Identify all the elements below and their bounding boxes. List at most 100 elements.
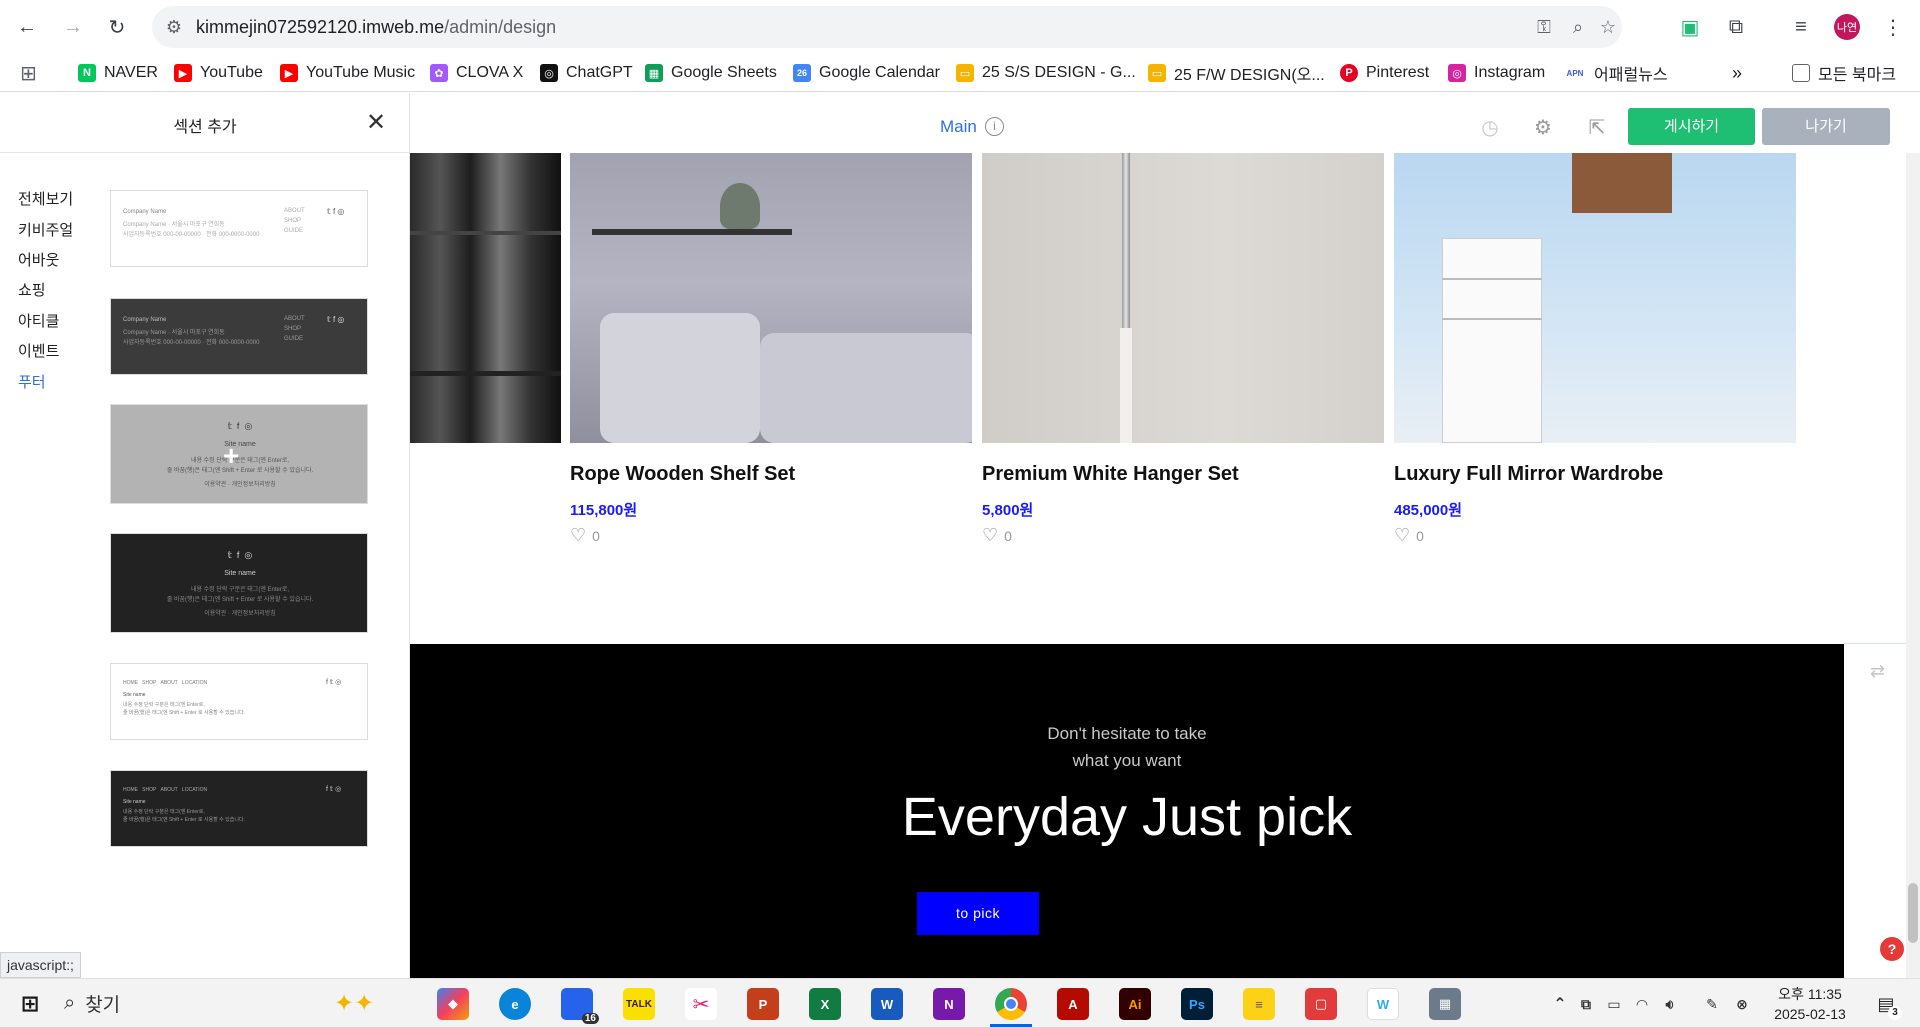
back-icon[interactable]: ← [10,10,44,44]
bookmark-chatgpt[interactable]: ◎ ChatGPT [540,62,633,84]
product-image-hanger[interactable] [982,153,1384,443]
media-control-icon[interactable]: ≡ [1784,10,1818,44]
pen-icon[interactable]: ✎ [1700,988,1724,1020]
password-key-icon[interactable]: ⚿ [1532,15,1556,39]
info-icon[interactable]: i [985,117,1004,136]
tray-chevron-icon[interactable]: ⌃ [1544,988,1576,1020]
bookmark-25fw-design[interactable]: ▭ 25 F/W DESIGN(오... [1148,62,1325,84]
product-like[interactable]: ♡ 0 [1394,525,1424,546]
bookmark-youtube[interactable]: ▶ YouTube [174,62,263,84]
close-icon[interactable]: ✕ [364,111,388,135]
calculator-icon[interactable]: ▦ [1429,988,1461,1020]
footer-template-6[interactable]: HOME SHOP ABOUT LOCATION Site name 내용 수정… [110,770,368,847]
w-app-icon[interactable]: W [1367,988,1399,1020]
category-all[interactable]: 전체보기 [18,188,73,209]
product-like[interactable]: ♡ 0 [982,525,1012,546]
help-icon[interactable]: ? [1880,937,1904,961]
category-footer[interactable]: 푸터 [18,371,46,392]
forward-icon[interactable]: → [56,10,90,44]
product-name[interactable]: Rope Wooden Shelf Set [570,463,795,486]
wifi-icon[interactable]: ◠ [1630,988,1654,1020]
extension-icon[interactable]: ▣ [1673,10,1707,44]
history-icon[interactable]: ◷ [1478,115,1502,139]
category-event[interactable]: 이벤트 [18,340,59,361]
apps-grid-icon[interactable]: ⊞ [20,62,37,85]
acrobat-icon[interactable]: A [1057,988,1089,1020]
footer-template-5[interactable]: HOME SHOP ABOUT LOCATION Site name 내용 수정… [110,663,368,740]
word-icon[interactable]: W [871,988,903,1020]
powerpoint-icon[interactable]: P [747,988,779,1020]
bookmark-google-sheets[interactable]: ▦ Google Sheets [645,62,777,84]
product-image-bookshelf[interactable] [410,153,561,443]
product-like[interactable]: ♡ 0 [570,525,600,546]
youtube-icon: ▶ [174,64,192,82]
volume-icon[interactable]: 🔉︎ [1658,988,1682,1020]
clock[interactable]: 오후 11:35 2025-02-13 [1770,984,1850,1024]
bookmarks-overflow-icon[interactable]: » [1732,62,1742,84]
cta-banner-section[interactable]: Don't hesitate to take what you want Ever… [410,644,1844,978]
excel-icon[interactable]: X [809,988,841,1020]
bookmarks-bar: ⊞ N NAVER ▶ YouTube ▶ YouTube Music ✿ CLOVA … [0,54,1920,92]
sticky-notes-icon[interactable]: ≡ [1243,988,1275,1020]
footer-template-4[interactable]: 𝕥 f ◎ Site name 내용 수정 단락 구분은 태그(엔 Enter로… [110,533,368,633]
bookmark-clova-x[interactable]: ✿ CLOVA X [430,62,523,84]
scrollbar-thumb[interactable] [1908,883,1918,943]
address-bar[interactable]: ⚙ kimmejin072592120.imweb.me/admin/desig… [152,6,1622,48]
bookmark-pinterest[interactable]: P Pinterest [1340,62,1429,84]
file-explorer-icon[interactable]: 16 [561,988,599,1024]
bookmark-all[interactable]: 모든 북마크 [1792,62,1896,84]
thumb-menu: SHOP [284,218,302,224]
kakaotalk-icon[interactable]: TALK [623,988,655,1020]
onenote-icon[interactable]: N [933,988,965,1020]
category-article[interactable]: 아티클 [18,310,59,331]
page-name[interactable]: Main [940,117,977,137]
category-about[interactable]: 어바웃 [18,249,59,270]
to-pick-button[interactable]: to pick [917,892,1039,935]
settings-gear-icon[interactable]: ⚙ [1531,115,1555,139]
bookmark-naver[interactable]: N NAVER [78,62,158,84]
exit-button[interactable]: 나가기 [1762,108,1890,145]
menu-kebab-icon[interactable]: ⋮ [1876,10,1910,44]
snipping-tool-icon[interactable]: ✂ [685,988,717,1020]
footer-template-3[interactable]: 𝕥 f ◎ Site name 내용 수정 단락 구분은 태그(엔 Enter로… [110,404,368,504]
battery-icon[interactable]: ▭ [1602,988,1626,1020]
profile-avatar[interactable]: 나연 [1830,10,1864,44]
site-info-icon[interactable]: ⚙ [162,15,186,39]
product-name[interactable]: Premium White Hanger Set [982,463,1239,486]
bookmark-25ss-design[interactable]: ▭ 25 S/S DESIGN - G... [956,62,1136,84]
folder-icon [1792,64,1810,82]
notification-center-icon[interactable]: ▤ 3 [1870,988,1902,1020]
editor-side-strip: ⇄ ? [1844,153,1920,978]
panel-header: 섹션 추가 ✕ [0,93,410,153]
publish-button[interactable]: 게시하기 [1628,108,1755,145]
thumb-nav: HOME SHOP ABOUT LOCATION [123,787,207,793]
photoshop-icon[interactable]: Ps [1181,988,1213,1020]
copilot-icon[interactable]: ◆ [437,988,469,1020]
reload-icon[interactable]: ↻ [100,10,134,44]
bookmark-google-calendar[interactable]: 26 Google Calendar [793,62,940,84]
bookmark-star-icon[interactable]: ☆ [1596,15,1620,39]
windows-start-icon[interactable]: ⊞ [14,988,46,1020]
external-preview-icon[interactable]: ⇱ [1585,115,1609,139]
search-box[interactable]: ⌕ 찾기 ✦✦ [64,985,414,1022]
footer-template-2[interactable]: Company Name Company Name · 서울시 마포구 연희동 … [110,298,368,375]
bookmark-youtube-music[interactable]: ▶ YouTube Music [280,62,415,84]
edge-icon[interactable]: e [499,988,531,1020]
product-name[interactable]: Luxury Full Mirror Wardrobe [1394,463,1663,486]
illustrator-icon[interactable]: Ai [1119,988,1151,1020]
category-key-visual[interactable]: 키비주얼 [18,219,73,240]
record-app-icon[interactable]: ▢ [1305,988,1337,1020]
section-swap-icon[interactable]: ⇄ [1870,661,1885,682]
chrome-icon[interactable] [995,988,1027,1020]
footer-template-1[interactable]: Company Name Company Name · 서울시 마포구 연희동 … [110,190,368,267]
bookmark-apparel-news[interactable]: APN 어패럴뉴스 [1564,62,1668,84]
category-shopping[interactable]: 쇼핑 [18,279,46,300]
extensions-puzzle-icon[interactable]: ⧉ [1719,10,1753,44]
product-image-rope-shelf[interactable] [570,153,972,443]
tray-close-icon[interactable]: ⊗ [1730,988,1754,1020]
zoom-icon[interactable]: ⌕ [1566,15,1590,39]
product-image-wardrobe[interactable] [1394,153,1796,443]
add-plus-icon[interactable]: + [223,440,239,472]
tray-app-icon[interactable]: ⧉ [1574,988,1598,1020]
bookmark-instagram[interactable]: ◎ Instagram [1448,62,1545,84]
